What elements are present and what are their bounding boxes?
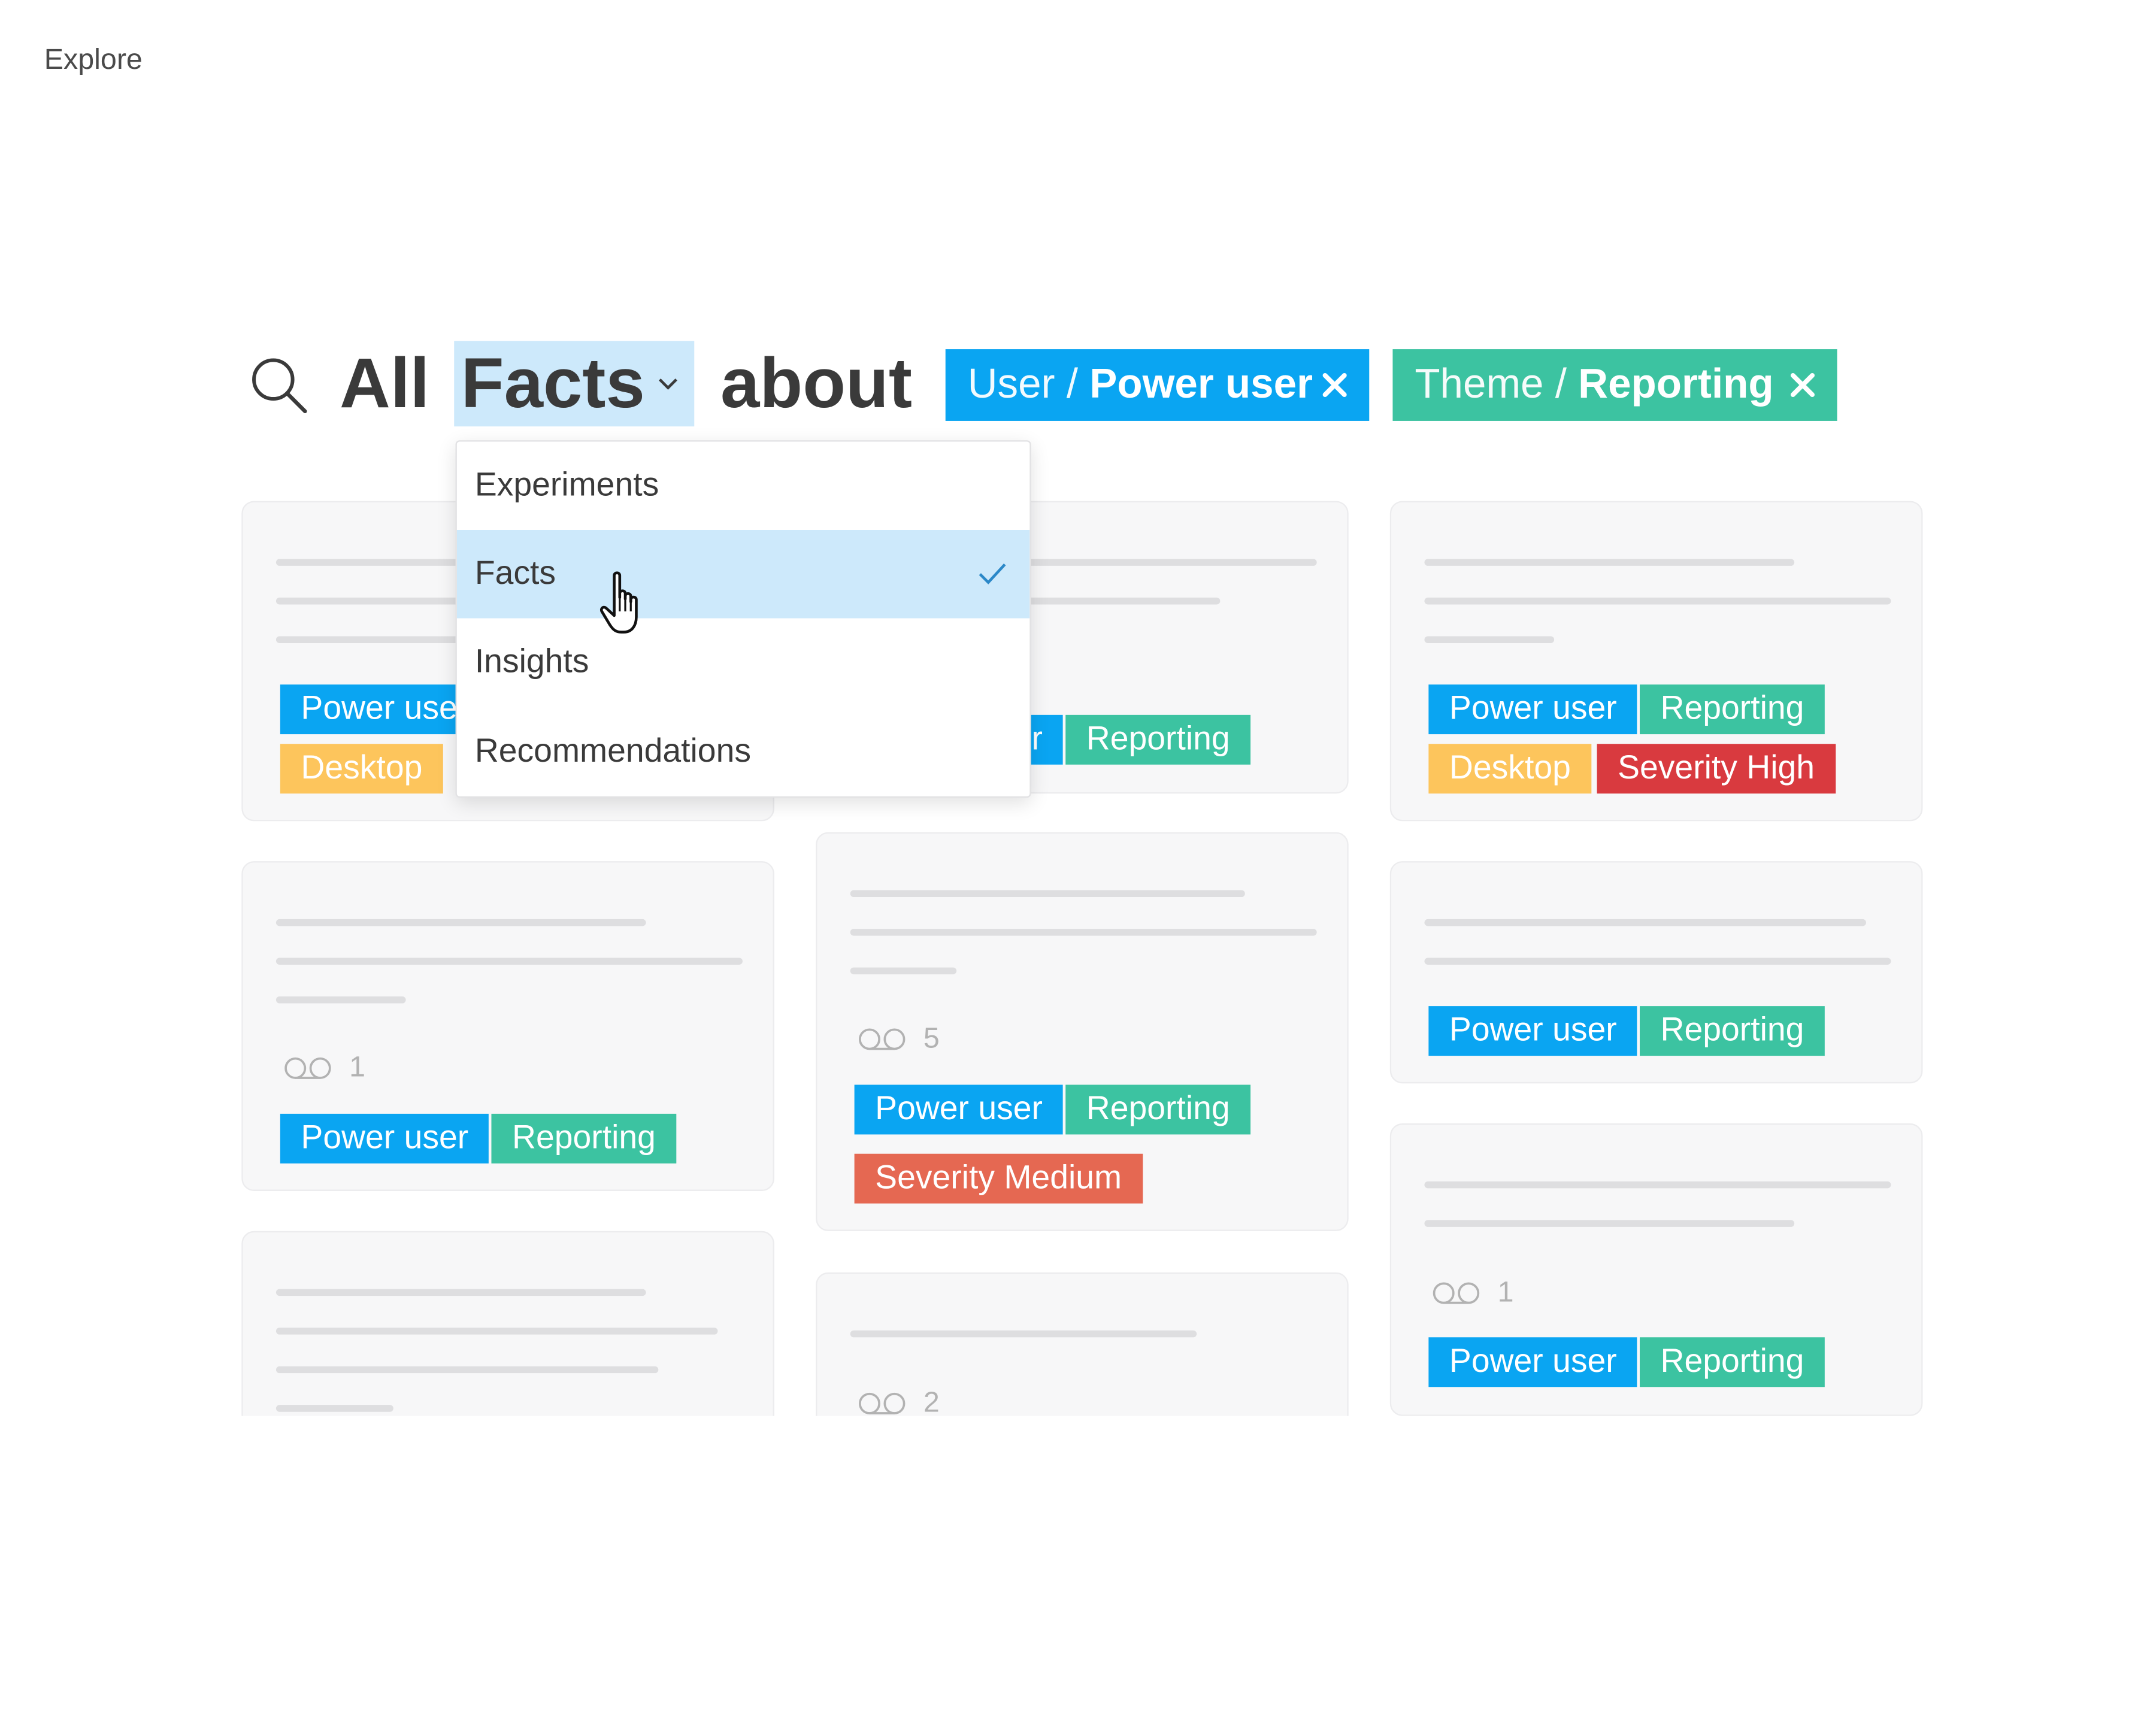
tag-power-user[interactable]: Power user: [1428, 1006, 1638, 1056]
result-card[interactable]: Power user Reporting Desktop Severity Hi…: [1389, 501, 1923, 822]
filter-category: Theme: [1415, 361, 1544, 407]
text-placeholder-line: [275, 1366, 659, 1374]
comments-icon: [284, 1057, 331, 1079]
tag-reporting[interactable]: Reporting: [1065, 714, 1251, 765]
filter-value: Power user: [1089, 361, 1313, 407]
chevron-down-icon: [659, 378, 677, 390]
tag-reporting[interactable]: Reporting: [1639, 684, 1825, 735]
text-placeholder-line: [1424, 1220, 1795, 1227]
close-icon[interactable]: [1788, 370, 1818, 401]
text-placeholder-line: [275, 1405, 393, 1412]
dropdown-option-label: Insights: [474, 643, 589, 681]
text-placeholder-line: [1424, 1181, 1891, 1189]
results-grid: Power user Desktop 1 Power user Reportin…: [0, 0, 2156, 1416]
text-placeholder-line: [850, 967, 957, 975]
tag-reporting[interactable]: Reporting: [1639, 1006, 1825, 1056]
dropdown-option-recommendations[interactable]: Recommendations: [457, 708, 1029, 796]
comments-icon: [858, 1028, 906, 1050]
text-placeholder-line: [275, 919, 646, 926]
query-prefix: All: [339, 343, 430, 423]
filter-chip-theme[interactable]: Theme / Reporting: [1392, 349, 1837, 421]
filter-chip-user[interactable]: User / Power user: [945, 349, 1370, 421]
search-icon: [252, 358, 307, 414]
tag-desktop[interactable]: Desktop: [280, 744, 443, 794]
text-placeholder-line: [275, 996, 406, 1004]
explore-page: Explore Power user Desktop 1 Power user …: [0, 0, 2156, 1726]
comment-count-value: 1: [349, 1052, 366, 1084]
text-placeholder-line: [1424, 919, 1866, 926]
close-icon[interactable]: [1319, 370, 1350, 401]
result-card[interactable]: 1 Power user Reporting: [1389, 1123, 1923, 1416]
type-selector-value: Facts: [461, 343, 645, 423]
text-placeholder-line: [275, 1328, 718, 1335]
dropdown-option-experiments[interactable]: Experiments: [457, 442, 1029, 531]
result-card[interactable]: Power user Reporting: [1389, 861, 1923, 1084]
tag-severity-high[interactable]: Severity High: [1597, 744, 1836, 794]
tag-power-user[interactable]: Power user: [280, 1113, 489, 1164]
text-placeholder-line: [275, 1289, 646, 1296]
tag-power-user[interactable]: Power user: [1428, 1337, 1638, 1387]
comment-count-value: 2: [923, 1387, 940, 1416]
tag-power-user[interactable]: Power user: [1428, 684, 1638, 735]
text-placeholder-line: [850, 890, 1245, 898]
tag-severity-medium[interactable]: Severity Medium: [854, 1153, 1143, 1204]
result-card[interactable]: 1 Power user Reporting: [241, 861, 774, 1191]
tag-desktop[interactable]: Desktop: [1428, 744, 1592, 794]
result-card[interactable]: 2: [816, 1272, 1349, 1416]
type-dropdown-menu: Experiments Facts Insights Recommendatio…: [455, 440, 1031, 798]
hand-pointer-icon: [599, 571, 638, 634]
query-connector: about: [720, 343, 912, 423]
type-selector[interactable]: Facts: [454, 341, 695, 427]
filter-category: User: [967, 361, 1055, 407]
text-placeholder-line: [1424, 597, 1891, 605]
dropdown-option-insights[interactable]: Insights: [457, 619, 1029, 707]
text-placeholder-line: [1424, 958, 1891, 965]
text-placeholder-line: [850, 1330, 1197, 1338]
text-placeholder-line: [850, 929, 1317, 936]
text-placeholder-line: [275, 958, 743, 965]
result-card[interactable]: [241, 1231, 774, 1416]
text-placeholder-line: [1424, 559, 1795, 566]
comments-icon: [858, 1392, 906, 1414]
filter-separator: /: [1543, 361, 1579, 407]
tag-reporting[interactable]: Reporting: [1639, 1337, 1825, 1387]
tag-power-user[interactable]: Power user: [854, 1084, 1064, 1135]
comment-count-value: 1: [1497, 1276, 1514, 1308]
comment-count-value: 5: [923, 1022, 940, 1055]
dropdown-option-label: Recommendations: [474, 732, 752, 771]
text-placeholder-line: [1424, 636, 1555, 643]
filter-separator: /: [1055, 361, 1090, 407]
checkmark-icon: [979, 563, 1006, 584]
comments-icon: [1433, 1282, 1480, 1304]
tag-reporting[interactable]: Reporting: [1065, 1084, 1251, 1135]
dropdown-option-label: Facts: [474, 555, 556, 592]
dropdown-option-label: Experiments: [474, 466, 659, 504]
tag-reporting[interactable]: Reporting: [491, 1113, 677, 1164]
dropdown-option-facts[interactable]: Facts: [456, 530, 1030, 619]
result-card[interactable]: 5 Power user Reporting Severity Medium: [816, 832, 1349, 1231]
filter-value: Reporting: [1578, 361, 1774, 407]
